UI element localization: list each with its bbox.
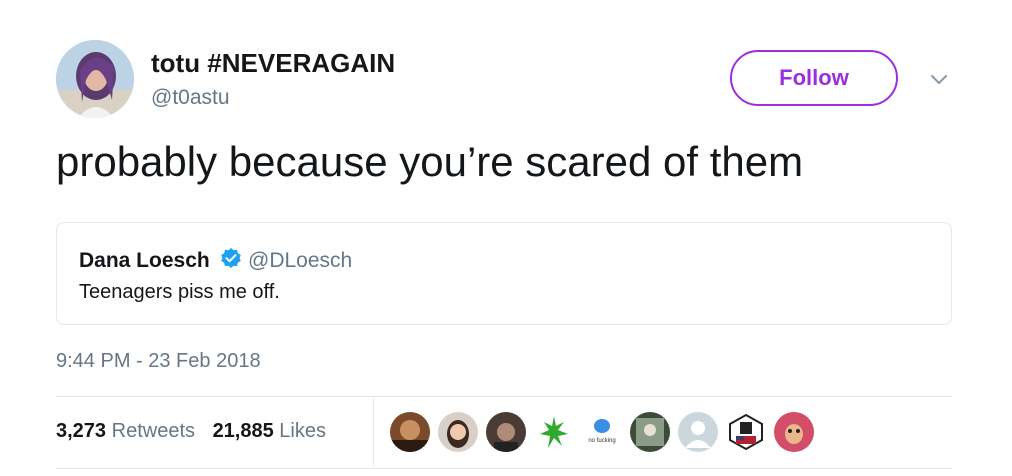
quoted-tweet-text: Teenagers piss me off.: [79, 281, 280, 303]
likes-count[interactable]: 21,885: [213, 420, 274, 442]
liker-avatar[interactable]: [678, 412, 718, 452]
liker-avatar[interactable]: [390, 412, 430, 452]
quoted-author-handle: @DLoesch: [248, 249, 353, 272]
liker-avatar[interactable]: [726, 412, 766, 452]
quoted-tweet[interactable]: Dana Loesch @DLoesch Teenagers piss me o…: [56, 222, 952, 325]
author-handle[interactable]: @t0astu: [151, 86, 230, 110]
liker-avatar[interactable]: [438, 412, 478, 452]
liker-avatar[interactable]: no fucking: [582, 412, 622, 452]
retweets-label[interactable]: Retweets: [112, 420, 195, 442]
liker-avatar-caption: no fucking: [588, 438, 615, 444]
author-avatar[interactable]: [56, 40, 134, 118]
follow-button[interactable]: Follow: [730, 50, 898, 106]
tweet-header: totu #NEVERAGAIN @t0astu Follow: [56, 40, 956, 122]
liker-avatar[interactable]: [630, 412, 670, 452]
stats-divider-vertical: [373, 398, 374, 466]
stats-divider-bottom: [56, 468, 952, 469]
author-name[interactable]: totu #NEVERAGAIN: [151, 48, 395, 79]
liker-avatar[interactable]: [774, 412, 814, 452]
likes-label[interactable]: Likes: [279, 420, 326, 442]
quoted-author-name: Dana Loesch: [79, 249, 210, 272]
chevron-down-icon[interactable]: [928, 68, 950, 90]
tweet-timestamp[interactable]: 9:44 PM - 23 Feb 2018: [56, 350, 261, 373]
liker-avatar[interactable]: [486, 412, 526, 452]
retweets-count[interactable]: 3,273: [56, 420, 106, 442]
tweet-text: probably because you’re scared of them: [56, 138, 804, 185]
liker-avatar[interactable]: [534, 412, 574, 452]
verified-badge-icon: [220, 247, 242, 269]
stats-divider-top: [56, 396, 952, 397]
tweet-stats: 3,273 Retweets 21,885 Likes: [56, 420, 326, 443]
